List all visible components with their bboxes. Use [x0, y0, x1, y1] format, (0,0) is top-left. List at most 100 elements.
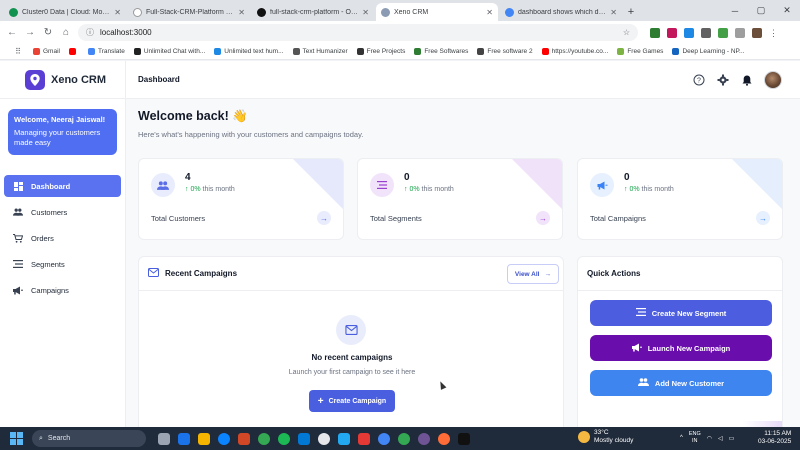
chrome-icon[interactable]: [398, 432, 410, 445]
app-icon[interactable]: [298, 432, 310, 445]
welcome-subtitle: Managing your customers made easy: [14, 128, 101, 147]
extension-icon[interactable]: [684, 27, 694, 38]
bookmark-item[interactable]: Unlimited Chat with...: [133, 48, 205, 55]
page-title: Dashboard: [138, 75, 180, 84]
chrome-icon[interactable]: [258, 432, 270, 445]
powerpoint-icon[interactable]: [238, 432, 250, 445]
bookmark-item[interactable]: Free Games: [617, 48, 663, 55]
arrow-right-icon[interactable]: →: [317, 211, 331, 225]
browser-tab-xeno-crm[interactable]: Xeno CRM ✕: [376, 3, 498, 21]
bookmark-item[interactable]: Translate: [87, 48, 125, 55]
task-view-icon[interactable]: [158, 432, 170, 445]
bookmark-star-icon[interactable]: ☆: [623, 28, 630, 37]
profile-avatar[interactable]: [752, 27, 762, 38]
close-tab-icon[interactable]: ✕: [610, 8, 617, 17]
bookmark-item[interactable]: Free Softwares: [414, 48, 468, 55]
clock[interactable]: 11:15 AM 03-06-2025: [758, 430, 791, 446]
battery-icon[interactable]: ▭: [729, 435, 735, 442]
file-explorer-icon[interactable]: [198, 432, 210, 445]
weather-widget[interactable]: 33°C Mostly cloudy: [578, 429, 633, 445]
extension-icon[interactable]: [667, 27, 677, 38]
bell-icon[interactable]: [740, 73, 754, 87]
new-tab-button[interactable]: +: [624, 3, 638, 21]
site-info-icon[interactable]: ⓘ: [86, 27, 94, 38]
windows-taskbar: ⌕ Search 33°C Mostly cloudy ^ ENG IN ◠ ◁…: [0, 427, 800, 450]
outlook-icon[interactable]: [178, 432, 190, 445]
github-favicon-icon: [133, 7, 142, 17]
vscode-icon[interactable]: [338, 432, 350, 445]
extension-icon[interactable]: [701, 27, 711, 38]
stat-value: 0: [404, 172, 410, 183]
bookmark-item[interactable]: Deep Learning - NP...: [672, 48, 744, 55]
spotify-icon[interactable]: [278, 432, 290, 445]
sidebar-item-dashboard[interactable]: Dashboard: [4, 175, 121, 197]
close-window-icon[interactable]: ✕: [774, 0, 800, 21]
quick-actions-title: Quick Actions: [578, 257, 782, 291]
launch-campaign-button[interactable]: Launch New Campaign: [590, 335, 772, 361]
card-corner-decoration: [512, 159, 562, 209]
extension-icon[interactable]: [718, 27, 728, 38]
speaker-icon[interactable]: ◁: [718, 435, 723, 442]
gear-icon[interactable]: [716, 73, 730, 87]
bookmark-item[interactable]: Gmail: [33, 48, 60, 55]
close-tab-icon[interactable]: ✕: [486, 8, 493, 17]
browser-tab-mongodb[interactable]: Cluster0 Data | Cloud: MongoDB ✕: [4, 3, 126, 21]
windows-start-icon[interactable]: [10, 431, 24, 446]
home-icon[interactable]: ⌂: [60, 27, 72, 38]
bookmark-item[interactable]: [68, 48, 79, 55]
sidebar-item-customers[interactable]: Customers: [4, 201, 121, 223]
back-icon[interactable]: ←: [6, 27, 18, 38]
bookmark-item[interactable]: Free software 2: [477, 48, 533, 55]
bookmark-item[interactable]: Free Projects: [356, 48, 405, 55]
empty-state-subtitle: Launch your first campaign to see it her…: [288, 369, 416, 376]
postman-icon[interactable]: [438, 432, 450, 445]
mail-icon: [148, 268, 159, 279]
language-indicator[interactable]: ENG IN: [689, 431, 701, 445]
browser-tab-google-search[interactable]: dashboard shows which data a... ✕: [500, 3, 622, 21]
arrow-right-icon[interactable]: →: [536, 211, 550, 225]
bookmark-item[interactable]: https://youtube.co...: [541, 48, 608, 55]
help-icon[interactable]: ?: [692, 73, 706, 87]
more-menu-icon[interactable]: ⋮: [769, 28, 779, 38]
add-customer-button[interactable]: Add New Customer: [590, 370, 772, 396]
close-tab-icon[interactable]: ✕: [114, 8, 121, 17]
sidebar-item-campaigns[interactable]: Campaigns: [4, 279, 121, 301]
minimize-icon[interactable]: ─: [722, 0, 748, 21]
github-desktop-icon[interactable]: [418, 432, 430, 445]
chevron-up-icon[interactable]: ^: [680, 435, 683, 441]
bookmark-item[interactable]: Unlimited text hum...: [214, 48, 284, 55]
tab-title: full-stack-crm-platform - Over...: [270, 8, 359, 16]
wifi-icon[interactable]: ◠: [707, 435, 712, 442]
view-all-button[interactable]: View All →: [506, 264, 559, 284]
card-corner-decoration: [732, 159, 782, 209]
cortana-icon[interactable]: [218, 432, 230, 445]
forward-icon[interactable]: →: [24, 27, 36, 38]
sidebar-item-segments[interactable]: Segments: [4, 253, 121, 275]
apps-grid-icon[interactable]: ⠿: [12, 47, 24, 56]
stat-card-customers: 4 ↑ 0% this month Total Customers →: [138, 158, 344, 240]
app-icon[interactable]: [358, 432, 370, 445]
browser-tab-vercel[interactable]: full-stack-crm-platform - Over... ✕: [252, 3, 374, 21]
puzzle-icon[interactable]: [735, 27, 745, 38]
browser-tab-github-repo[interactable]: Full-Stack-CRM-Platform - We... ✕: [128, 3, 250, 21]
close-tab-icon[interactable]: ✕: [362, 8, 369, 17]
list-icon: [370, 173, 394, 197]
sidebar-item-orders[interactable]: Orders: [4, 227, 121, 249]
chrome-icon[interactable]: [378, 432, 390, 445]
terminal-icon[interactable]: [458, 432, 470, 445]
taskbar-search[interactable]: ⌕ Search: [32, 430, 146, 447]
close-tab-icon[interactable]: ✕: [238, 8, 245, 17]
address-bar[interactable]: ⓘ localhost:3000 ☆: [78, 24, 638, 41]
button-label: Add New Customer: [654, 378, 725, 388]
user-avatar[interactable]: [764, 71, 782, 89]
github-icon[interactable]: [318, 432, 330, 445]
maximize-icon[interactable]: ▢: [748, 0, 774, 21]
create-campaign-button[interactable]: + Create Campaign: [309, 390, 395, 412]
create-segment-button[interactable]: Create New Segment: [590, 300, 772, 326]
stat-trend: ↑ 0% this month: [185, 186, 235, 193]
arrow-right-icon[interactable]: →: [756, 211, 770, 225]
reload-icon[interactable]: ↻: [42, 27, 54, 38]
trend-suffix: this month: [421, 186, 454, 193]
extension-icon[interactable]: [650, 27, 660, 38]
bookmark-item[interactable]: Text Humanizer: [292, 48, 348, 55]
